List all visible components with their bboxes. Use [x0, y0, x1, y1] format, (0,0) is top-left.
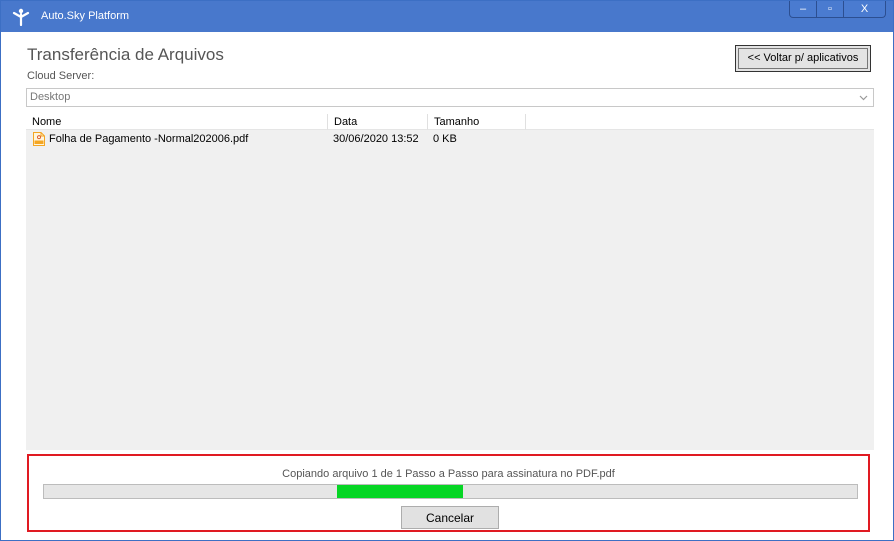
pdf-file-icon — [33, 132, 45, 146]
page-title: Transferência de Arquivos — [27, 45, 224, 64]
cancel-button[interactable]: Cancelar — [401, 506, 499, 529]
back-button-label: << Voltar p/ aplicativos — [738, 48, 868, 69]
minimize-icon: – — [799, 3, 807, 15]
column-header-data[interactable]: Data — [328, 114, 428, 130]
column-header-tamanho[interactable]: Tamanho — [428, 114, 526, 130]
progress-bar-fill — [336, 485, 463, 498]
column-header-nome[interactable]: Nome — [26, 114, 328, 130]
app-logo-icon — [12, 8, 30, 26]
file-size: 0 KB — [433, 133, 457, 145]
back-to-apps-button[interactable]: << Voltar p/ aplicativos — [735, 45, 871, 72]
close-icon: X — [860, 3, 869, 15]
file-list[interactable]: Nome Data Tamanho Folha de Pagamento -No… — [26, 114, 874, 450]
transfer-status-panel: Copiando arquivo 1 de 1 Passo a Passo pa… — [27, 454, 870, 532]
column-header-filler — [526, 114, 874, 130]
file-name: Folha de Pagamento -Normal202006.pdf — [49, 133, 249, 145]
window-title: Auto.Sky Platform — [41, 10, 130, 22]
app-window: Auto.Sky Platform – ▫ X Transferência de… — [0, 0, 894, 541]
cloud-server-select[interactable]: Desktop — [26, 88, 874, 107]
minimize-button[interactable]: – — [789, 1, 817, 18]
list-item[interactable]: Folha de Pagamento -Normal202006.pdf 30/… — [26, 131, 526, 148]
chevron-down-icon — [859, 95, 868, 101]
close-button[interactable]: X — [843, 1, 886, 18]
transfer-status-text: Copiando arquivo 1 de 1 Passo a Passo pa… — [282, 468, 615, 480]
file-date: 30/06/2020 13:52 — [333, 133, 419, 145]
maximize-icon: ▫ — [828, 3, 832, 15]
cloud-server-value: Desktop — [30, 91, 71, 103]
title-bar[interactable]: Auto.Sky Platform – ▫ X — [1, 1, 893, 32]
cloud-server-label: Cloud Server: — [27, 70, 95, 82]
progress-bar — [43, 484, 858, 499]
maximize-button[interactable]: ▫ — [816, 1, 844, 18]
